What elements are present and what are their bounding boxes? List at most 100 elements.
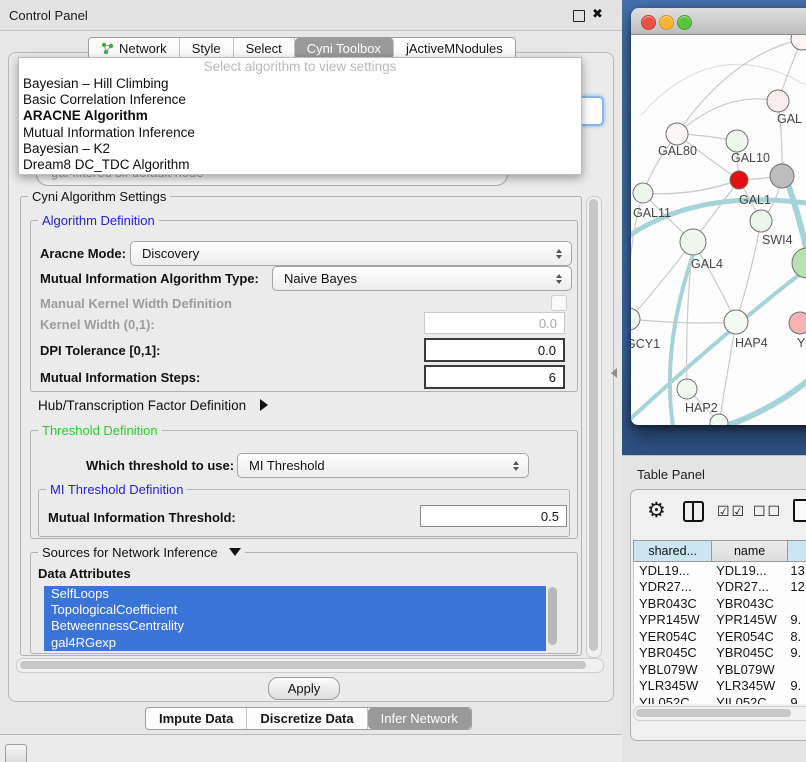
close-icon[interactable]: ✖ [592,6,603,22]
table-row[interactable]: YIL052CYIL052C9 [634,694,806,704]
sources-legend[interactable]: Sources for Network Inference [38,545,245,560]
tab-jactivemnodules[interactable]: jActiveMNodules [394,38,515,59]
cyni-settings-legend: Cyni Algorithm Settings [28,189,170,204]
data-attributes-scrollbar[interactable] [548,586,557,651]
network-node[interactable] [770,164,794,188]
tab-label: Select [246,41,282,56]
scrollbar-thumb[interactable] [636,709,791,717]
network-node-gal4[interactable] [680,229,706,255]
column-header-extra[interactable] [787,540,806,562]
select-all-columns-icon[interactable]: ☑☑ [717,503,746,520]
scrollbar-thumb[interactable] [20,661,586,669]
network-node-gal[interactable] [767,90,789,112]
network-node-gal80[interactable] [666,123,688,145]
column-header-name[interactable]: name [711,540,786,562]
network-node-label: HAP2 [685,401,718,415]
table-row[interactable]: YBL079WYBL079W [634,661,806,678]
table-horizontal-scrollbar[interactable] [633,706,806,721]
collapsed-arrow-icon[interactable] [260,399,268,411]
algorithm-option-dream8-dc-tdc-algorithm[interactable]: Dream8 DC_TDC Algorithm [19,157,581,173]
algorithm-option-aracne-algorithm[interactable]: ARACNE Algorithm [19,108,581,124]
tab-select[interactable]: Select [234,38,295,59]
settings-horizontal-scrollbar[interactable] [16,658,604,673]
hub-definition-toggle[interactable]: Hub/Transcription Factor Definition [38,398,268,413]
table-panel: Table Panel ⚙ ☑☑ ☐☐ shared...name YDL19.… [622,455,806,762]
algorithm-dropdown-placeholder: Select algorithm to view settings [19,58,581,76]
scrollbar-thumb[interactable] [589,199,598,651]
table-row[interactable]: YER054CYER054C8. [634,628,806,645]
network-node-hap4[interactable] [724,310,748,334]
aracne-mode-select[interactable]: Discovery [130,241,572,266]
network-node-label: GAL80 [658,144,697,158]
attribute-item-topologicalcoefficient[interactable]: TopologicalCoefficient [44,602,546,618]
dpi-tolerance-field[interactable]: 0.0 [424,338,565,362]
attribute-item-betweennesscentrality[interactable]: BetweennessCentrality [44,618,546,634]
tab-label: Style [192,41,221,56]
mi-algorithm-type-select[interactable]: Naive Bayes [272,266,572,291]
threshold-definition-legend: Threshold Definition [38,423,162,438]
table-panel-title: Table Panel [637,467,705,482]
table-row[interactable]: YLR345WYLR345W9. [634,678,806,695]
network-node-hap2[interactable] [677,379,697,399]
bottom-tab-bar: Impute DataDiscretize DataInfer Network [145,707,472,730]
tab-style[interactable]: Style [180,38,234,59]
table-cell: 12 [785,579,806,596]
data-attributes-list: SelfLoopsTopologicalCoefficientBetweenne… [44,586,546,651]
table-header-row: shared...name [633,540,806,562]
table-cell: YPR145W [711,612,785,629]
network-node[interactable] [791,35,806,50]
network-graph[interactable]: GALGAL80GAL10GAL1GAL11SWI4GAL4GCY1HAP4YH… [631,35,806,425]
traffic-light-minimize-icon[interactable] [659,15,674,30]
algorithm-option-bayesian-k2[interactable]: Bayesian – K2 [19,141,581,157]
scrollbar-thumb[interactable] [548,587,557,645]
split-columns-icon[interactable] [683,501,704,522]
settings-vertical-scrollbar[interactable] [586,196,602,658]
tab-impute-data[interactable]: Impute Data [146,708,247,729]
network-node-label: SWI4 [762,233,793,247]
traffic-light-zoom-icon[interactable] [677,15,692,30]
algorithm-option-basic-correlation-inference[interactable]: Basic Correlation Inference [19,92,581,108]
network-node-gal1[interactable] [730,171,748,189]
network-node[interactable] [792,248,806,278]
tab-network[interactable]: Network [89,38,180,59]
table-cell: 8. [785,628,806,645]
table-row[interactable]: YPR145WYPR145W9. [634,612,806,629]
algorithm-option-bayesian-hill-climbing[interactable]: Bayesian – Hill Climbing [19,76,581,92]
table-row[interactable]: YDR27...YDR27...12 [634,579,806,596]
expanded-arrow-icon[interactable] [229,548,241,556]
mi-steps-value: 6 [549,370,556,385]
mi-steps-field[interactable]: 6 [424,365,565,389]
attribute-item-selfloops[interactable]: SelfLoops [44,586,546,602]
network-node-label: GCY1 [631,337,660,351]
deselect-all-columns-icon[interactable]: ☐☐ [753,503,782,520]
tab-discretize-data[interactable]: Discretize Data [247,708,367,729]
network-node-y[interactable] [789,312,806,334]
table-cell: YDR27... [711,579,785,596]
float-window-icon[interactable] [573,10,585,22]
gear-icon[interactable]: ⚙ [647,500,666,521]
network-node-swi4[interactable] [750,210,772,232]
network-window-titlebar[interactable] [631,8,806,35]
panel-divider-grip[interactable] [611,368,617,378]
network-node-gcy1[interactable] [631,308,640,330]
network-node-gal10[interactable] [726,130,748,152]
apply-button-label: Apply [288,681,321,696]
attribute-item-gal4rgexp[interactable]: gal4RGexp [44,635,546,651]
apply-button[interactable]: Apply [268,677,340,700]
traffic-light-close-icon[interactable] [641,15,656,30]
network-view-window[interactable]: GALGAL80GAL10GAL1GAL11SWI4GAL4GCY1HAP4YH… [631,8,806,425]
table-cell: YLR345W [711,678,785,695]
mi-threshold-field[interactable]: 0.5 [420,505,567,527]
table-row[interactable]: YBR045CYBR045C9. [634,645,806,662]
corner-toggle-button[interactable] [5,744,27,762]
tab-infer-network[interactable]: Infer Network [368,708,471,729]
which-threshold-select[interactable]: MI Threshold [237,453,529,478]
network-node-gal11[interactable] [633,183,653,203]
algorithm-option-mutual-information-inference[interactable]: Mutual Information Inference [19,125,581,141]
table-cell: YBR045C [634,645,711,662]
tab-cyni-toolbox[interactable]: Cyni Toolbox [295,38,394,59]
table-row[interactable]: YDL19...YDL19...13 [634,562,806,579]
column-header-shared[interactable]: shared... [633,540,711,562]
table-row[interactable]: YBR043CYBR043C [634,595,806,612]
file-icon[interactable] [793,499,806,522]
